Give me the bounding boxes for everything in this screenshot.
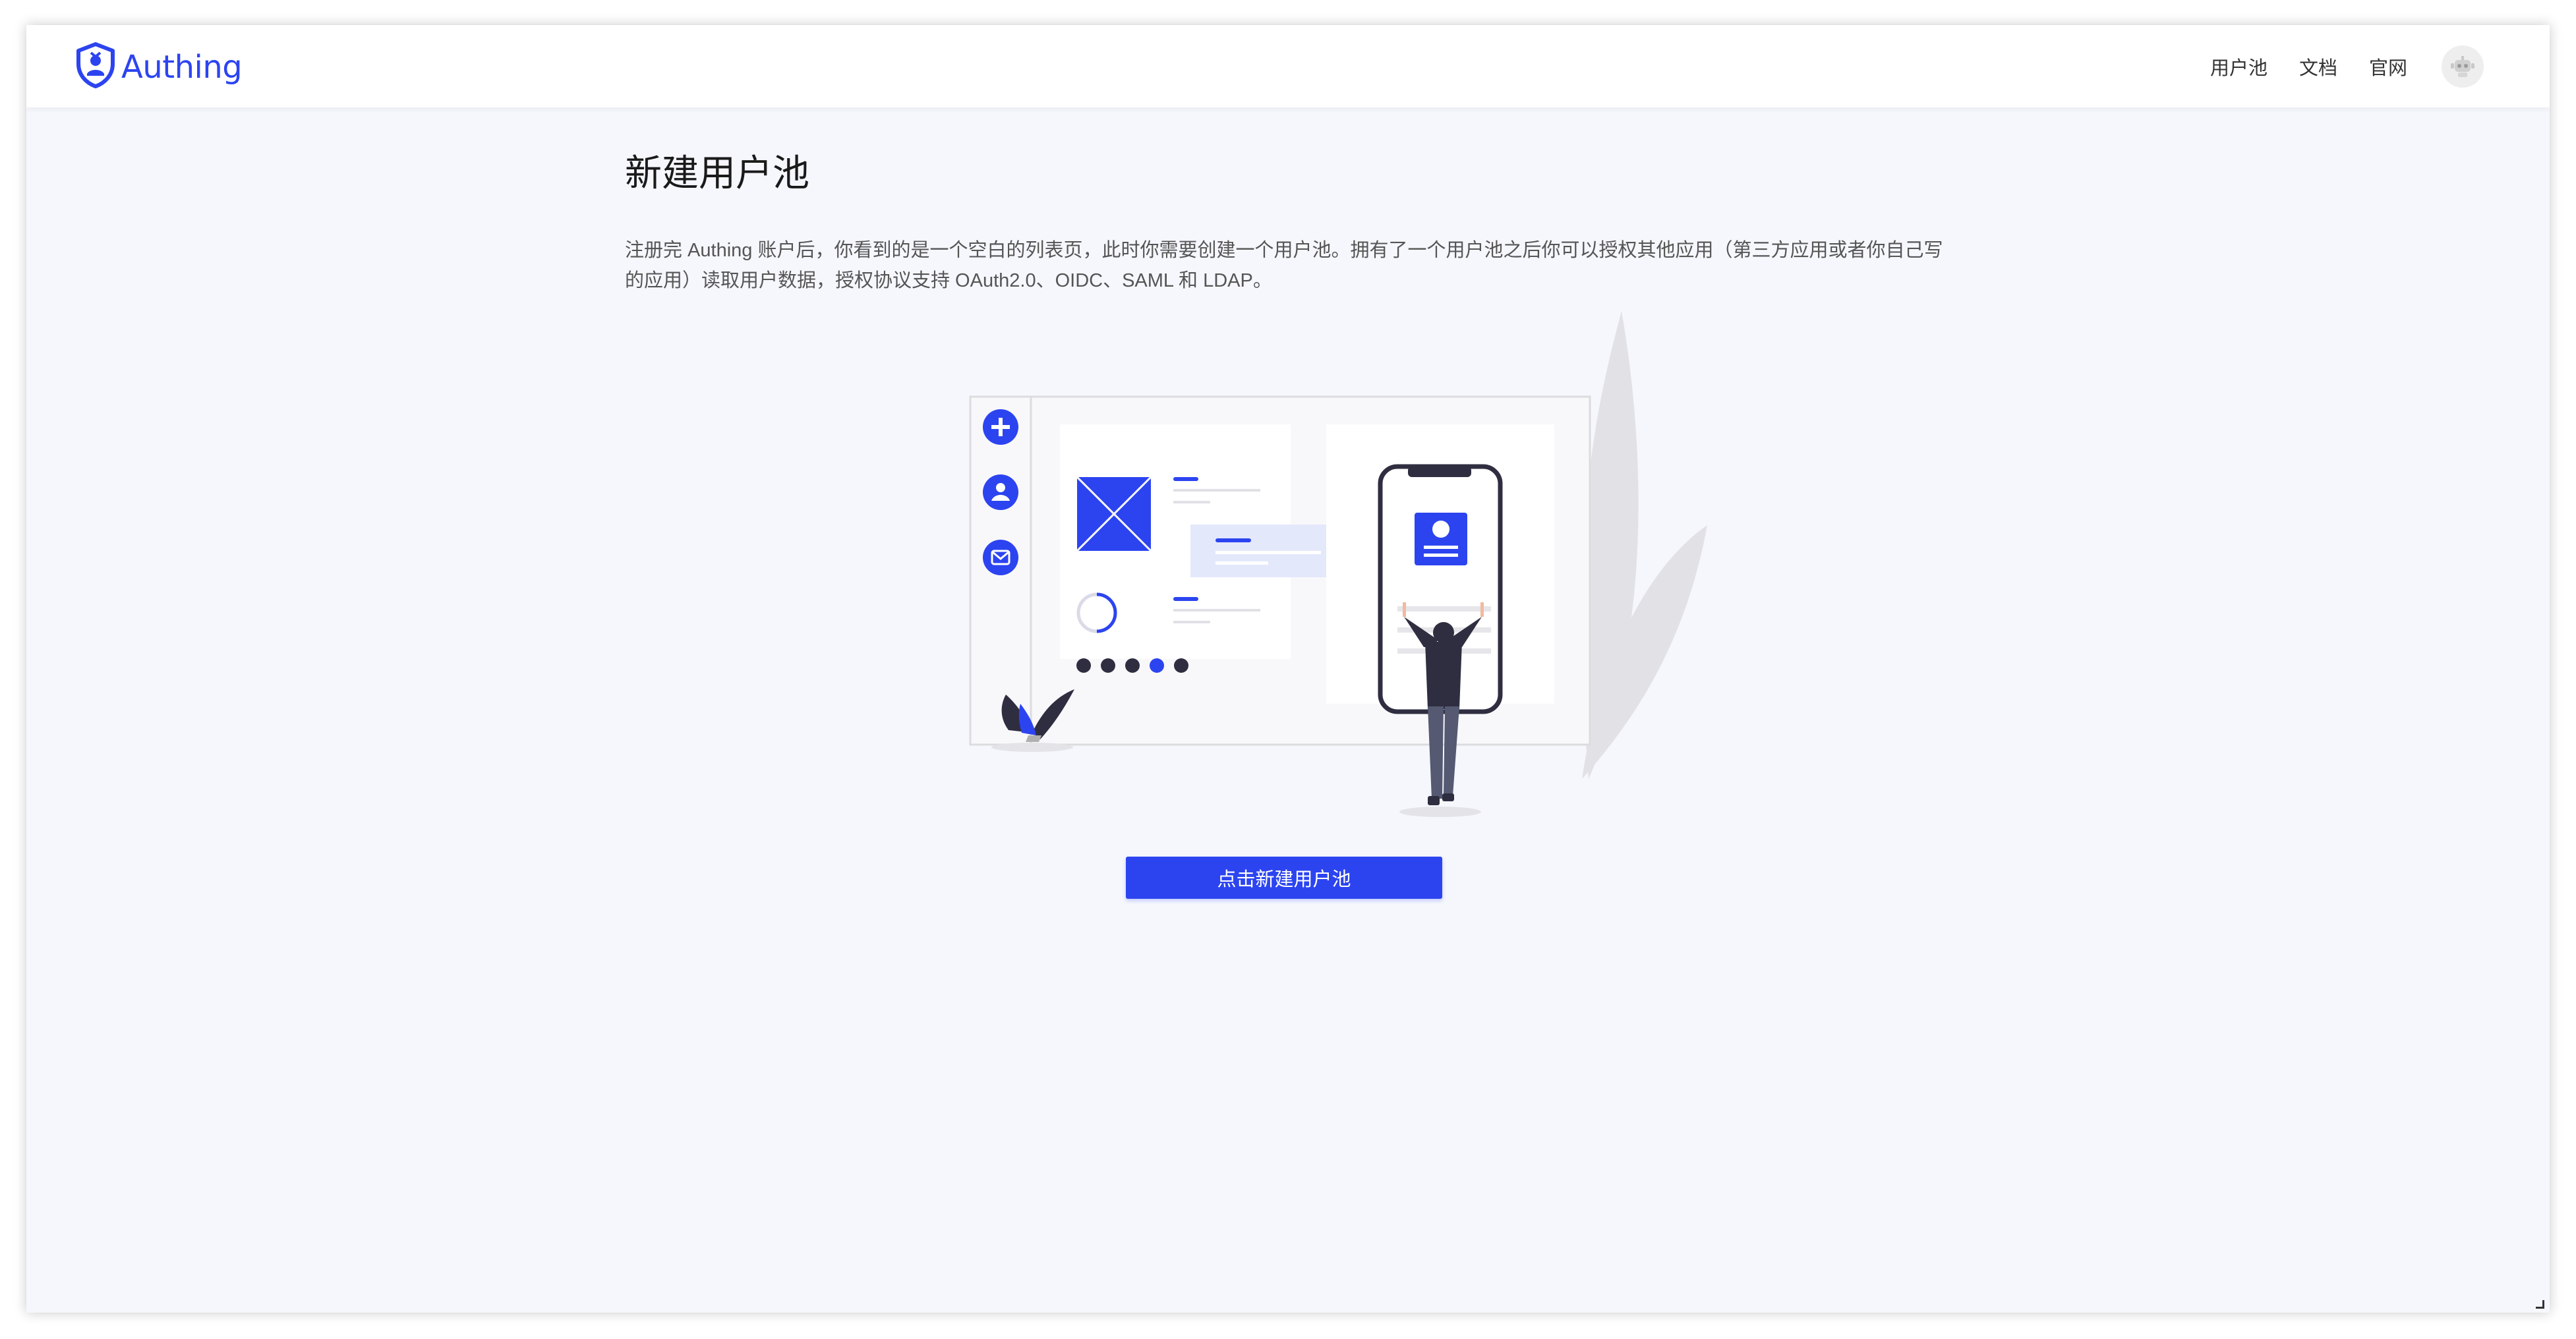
window-resize-handle[interactable] <box>2536 1300 2544 1309</box>
nav-item-docs[interactable]: 文档 <box>2299 53 2337 80</box>
mail-icon <box>983 540 1018 575</box>
authing-logo[interactable]: Authing <box>75 42 243 88</box>
app-window: Authing 用户池 文档 官网 新建用户池 注册完 Authing 账户后，… <box>26 25 2550 1313</box>
main-content: 新建用户池 注册完 Authing 账户后，你看到的是一个空白的列表页，此时你需… <box>625 144 1970 296</box>
page-title: 新建用户池 <box>625 152 809 194</box>
robot-avatar-icon <box>2451 55 2474 77</box>
user-icon <box>983 474 1018 510</box>
top-header: Authing 用户池 文档 官网 <box>26 25 2550 107</box>
user-pool-illustration <box>969 311 1707 817</box>
top-nav: 用户池 文档 官网 <box>2210 25 2484 107</box>
plus-icon <box>983 409 1018 445</box>
brand-name: Authing <box>121 49 243 86</box>
create-user-pool-button[interactable]: 点击新建用户池 <box>1126 857 1442 899</box>
user-avatar[interactable] <box>2442 45 2484 88</box>
shield-logo-icon <box>76 42 115 88</box>
nav-item-user-pools[interactable]: 用户池 <box>2210 53 2268 80</box>
nav-item-official-site[interactable]: 官网 <box>2369 53 2407 80</box>
